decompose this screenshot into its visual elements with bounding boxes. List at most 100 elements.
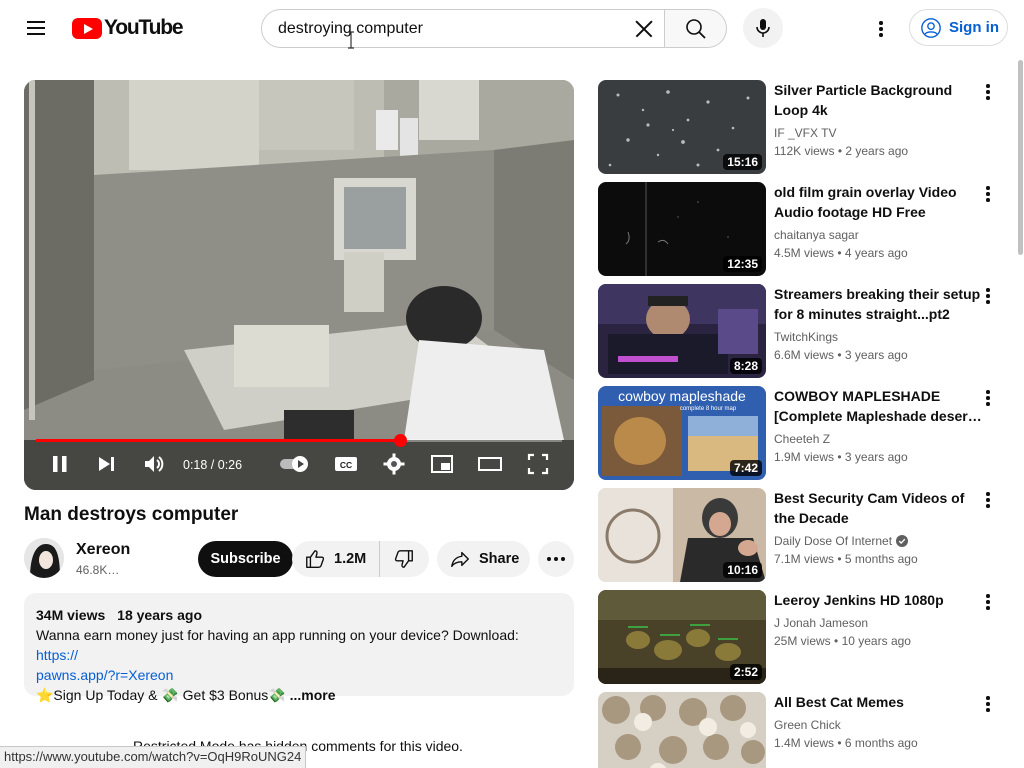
channel-name[interactable]: Daily Dose Of Internet bbox=[774, 532, 982, 550]
like-count: 1.2M bbox=[334, 551, 367, 567]
more-actions-button[interactable] bbox=[538, 541, 574, 577]
video-title[interactable]: COWBOY MAPLESHADE [Complete Mapleshade d… bbox=[774, 386, 982, 426]
channel-name-text: TwitchKings bbox=[774, 330, 839, 344]
show-more-link[interactable]: ...more bbox=[290, 687, 336, 703]
more-vert-icon[interactable] bbox=[976, 692, 1000, 716]
video-meta: 25M views • 10 years ago bbox=[774, 632, 982, 650]
search-button[interactable] bbox=[664, 9, 727, 48]
youtube-logo[interactable]: YouTube bbox=[72, 16, 184, 40]
description-line-2: pawns.app/?r=Xereon bbox=[36, 665, 562, 685]
sign-in-button[interactable]: Sign in bbox=[909, 9, 1008, 46]
pause-icon[interactable] bbox=[50, 452, 70, 476]
video-title[interactable]: Streamers breaking their setup for 8 min… bbox=[774, 284, 982, 324]
more-vert-icon[interactable] bbox=[976, 386, 1000, 410]
video-title[interactable]: old film grain overlay Video Audio foota… bbox=[774, 182, 982, 222]
share-button[interactable]: Share bbox=[437, 541, 530, 577]
more-vert-icon[interactable] bbox=[976, 80, 1000, 104]
search-input[interactable] bbox=[278, 19, 618, 38]
video-info: All Best Cat Memes Green Chick 1.4M view… bbox=[774, 692, 982, 752]
subscribe-button[interactable]: Subscribe bbox=[198, 541, 293, 577]
progress-bar[interactable] bbox=[36, 434, 562, 447]
settings-menu-button[interactable] bbox=[861, 8, 901, 48]
video-duration: 15:16 bbox=[723, 154, 762, 170]
view-count: 1.9M views bbox=[774, 450, 835, 464]
volume-icon[interactable] bbox=[142, 452, 166, 476]
video-thumbnail[interactable]: 8:28 bbox=[598, 284, 766, 378]
video-duration: 7:42 bbox=[729, 460, 762, 476]
voice-search-button[interactable] bbox=[743, 8, 783, 48]
settings-gear-icon[interactable] bbox=[382, 452, 406, 476]
avatar-image bbox=[24, 538, 64, 578]
video-frame bbox=[24, 80, 574, 490]
more-vert-icon[interactable] bbox=[976, 284, 1000, 308]
more-horiz-icon bbox=[547, 557, 565, 561]
next-icon[interactable] bbox=[96, 452, 118, 476]
description-link-part1[interactable]: https:// bbox=[36, 647, 78, 663]
video-thumbnail[interactable] bbox=[598, 692, 766, 768]
fullscreen-icon[interactable] bbox=[526, 452, 550, 476]
video-title: Man destroys computer bbox=[24, 504, 239, 525]
channel-name[interactable]: J Jonah Jameson bbox=[774, 614, 982, 632]
thumbs-down-icon bbox=[394, 550, 413, 568]
page-scrollbar[interactable] bbox=[1018, 60, 1023, 255]
video-title[interactable]: Leeroy Jenkins HD 1080p bbox=[774, 590, 982, 610]
description-box[interactable]: 34M views 18 years ago Wanna earn money … bbox=[24, 593, 574, 703]
meta-separator: • bbox=[837, 348, 842, 362]
clear-search-icon[interactable] bbox=[628, 14, 658, 44]
like-button[interactable]: 1.2M bbox=[292, 541, 380, 577]
channel-name[interactable]: Cheeteh Z bbox=[774, 430, 982, 448]
video-thumbnail[interactable]: 12:35 bbox=[598, 182, 766, 276]
channel-name[interactable]: IF _VFX TV bbox=[774, 124, 982, 142]
microphone-icon bbox=[756, 19, 770, 37]
more-vert-icon[interactable] bbox=[976, 590, 1000, 614]
miniplayer-icon[interactable] bbox=[430, 452, 454, 476]
scrubber-handle[interactable] bbox=[393, 434, 407, 447]
description-text: Wanna earn money just for having an app … bbox=[36, 627, 519, 643]
recommendation-item[interactable]: 8:28 Streamers breaking their setup for … bbox=[598, 284, 1008, 378]
video-thumbnail[interactable]: 15:16 bbox=[598, 80, 766, 174]
description-line-1: Wanna earn money just for having an app … bbox=[36, 625, 562, 665]
recommendation-item[interactable]: cowboy mapleshade complete 8 hour map 7:… bbox=[598, 386, 1008, 480]
description-promo: ⭐Sign Up Today & 💸 Get $3 Bonus💸 bbox=[36, 687, 286, 703]
menu-button[interactable] bbox=[16, 8, 56, 48]
channel-name[interactable]: Xereon bbox=[76, 541, 130, 559]
recommendation-item[interactable]: 15:16 Silver Particle Background Loop 4k… bbox=[598, 80, 1008, 174]
video-title[interactable]: All Best Cat Memes bbox=[774, 692, 982, 712]
text-cursor-icon bbox=[348, 31, 354, 49]
video-info: Leeroy Jenkins HD 1080p J Jonah Jameson … bbox=[774, 590, 982, 650]
channel-avatar[interactable] bbox=[24, 538, 64, 578]
video-meta: 4.5M views • 4 years ago bbox=[774, 244, 982, 262]
captions-icon[interactable]: CC bbox=[334, 452, 358, 476]
recommendation-item[interactable]: 12:35 old film grain overlay Video Audio… bbox=[598, 182, 1008, 276]
video-info: Silver Particle Background Loop 4k IF _V… bbox=[774, 80, 982, 160]
search-box bbox=[261, 9, 664, 48]
description-link-part2[interactable]: pawns.app/?r=Xereon bbox=[36, 667, 173, 683]
recommendation-item[interactable]: All Best Cat Memes Green Chick 1.4M view… bbox=[598, 692, 1008, 768]
video-thumbnail[interactable]: cowboy mapleshade complete 8 hour map 7:… bbox=[598, 386, 766, 480]
video-duration: 12:35 bbox=[723, 256, 762, 272]
channel-name[interactable]: chaitanya sagar bbox=[774, 226, 982, 244]
video-thumbnail[interactable]: 2:52 bbox=[598, 590, 766, 684]
upload-age: 10 years ago bbox=[841, 634, 911, 648]
status-bar-url: https://www.youtube.com/watch?v=OqH9RoUN… bbox=[0, 746, 307, 768]
more-vert-icon[interactable] bbox=[976, 488, 1000, 512]
video-thumbnail[interactable]: 10:16 bbox=[598, 488, 766, 582]
recommendation-item[interactable]: 10:16 Best Security Cam Videos of the De… bbox=[598, 488, 1008, 582]
video-info: Best Security Cam Videos of the Decade D… bbox=[774, 488, 982, 568]
upload-age: 5 months ago bbox=[844, 552, 918, 566]
video-title[interactable]: Best Security Cam Videos of the Decade bbox=[774, 488, 982, 528]
verified-badge-icon bbox=[896, 535, 909, 547]
video-info: old film grain overlay Video Audio foota… bbox=[774, 182, 982, 262]
video-player[interactable]: 0:18 / 0:26 CC bbox=[24, 80, 574, 490]
theater-mode-icon[interactable] bbox=[478, 452, 502, 476]
more-vert-icon[interactable] bbox=[976, 182, 1000, 206]
video-title[interactable]: Silver Particle Background Loop 4k bbox=[774, 80, 982, 120]
dislike-button[interactable] bbox=[380, 541, 428, 577]
channel-name[interactable]: TwitchKings bbox=[774, 328, 982, 346]
upload-age: 3 years ago bbox=[844, 450, 908, 464]
autoplay-toggle-icon[interactable] bbox=[278, 452, 314, 476]
recommendation-item[interactable]: 2:52 Leeroy Jenkins HD 1080p J Jonah Jam… bbox=[598, 590, 1008, 684]
subscriber-count: 46.8K… bbox=[76, 563, 120, 577]
channel-name[interactable]: Green Chick bbox=[774, 716, 982, 734]
video-duration: 2:52 bbox=[729, 664, 762, 680]
